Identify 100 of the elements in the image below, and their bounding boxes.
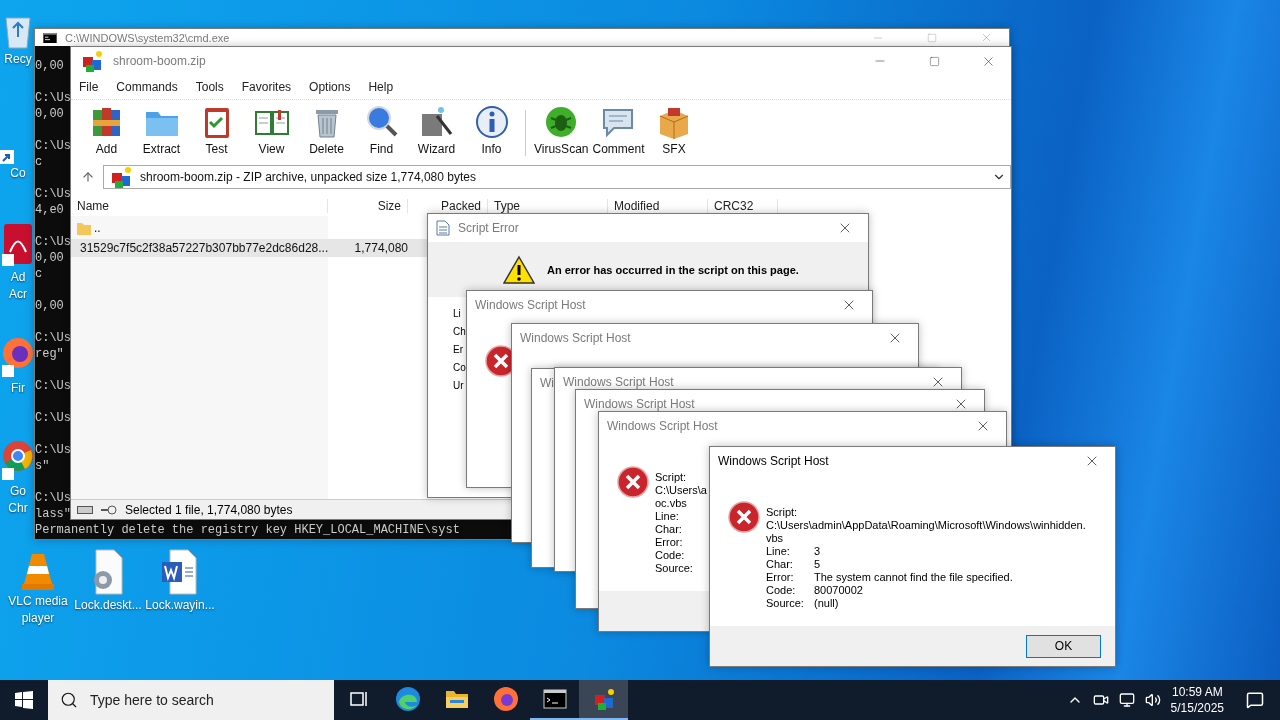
console-line: 4,e0 — [35, 202, 64, 218]
folder-icon — [444, 688, 469, 710]
console-line: 0,00 — [35, 298, 64, 314]
warning-icon — [503, 254, 535, 285]
network-icon[interactable] — [1118, 692, 1135, 708]
menu-item[interactable]: File — [79, 80, 99, 94]
console-line: s" — [35, 458, 50, 474]
search-icon — [60, 691, 78, 709]
up-arrow-icon[interactable] — [81, 170, 95, 184]
field-label: Script: — [766, 506, 799, 519]
toolbar-button[interactable]: VirusScan — [534, 104, 589, 156]
window-title: Windows Script Host — [475, 298, 586, 312]
column-header[interactable]: Size — [328, 199, 408, 213]
browser-icon — [394, 686, 421, 712]
console-line: reg" — [35, 346, 64, 362]
field-value: 5 — [814, 558, 821, 571]
toolbar-button[interactable]: Info — [466, 104, 517, 156]
console-line: c — [35, 266, 43, 282]
field-label: Line: — [766, 545, 791, 558]
console-line: C:\Us — [35, 330, 71, 346]
window-title: shroom-boom.zip — [113, 54, 206, 68]
field-label: Line: — [655, 510, 680, 523]
field-label: Script: — [655, 471, 688, 484]
search-field[interactable]: Type here to search — [48, 680, 334, 720]
toolbar-button[interactable]: Find — [356, 104, 407, 156]
window-title: Windows Script Host — [718, 454, 829, 468]
window-title: Windows Script Host — [520, 331, 631, 345]
window-title: Script Error — [458, 221, 519, 235]
console-line: C:\Us — [35, 378, 71, 394]
menu-item[interactable]: Options — [309, 80, 351, 94]
script-path: oc.vbs — [655, 497, 688, 510]
field-value: (null) — [814, 597, 839, 610]
console-line: C:\Us — [35, 442, 71, 458]
console-line: c — [35, 154, 43, 170]
console-line: 0,00 — [35, 250, 64, 266]
menu-item[interactable]: Commands — [116, 80, 178, 94]
task-view-icon — [348, 690, 369, 708]
field-label: Char: — [655, 523, 683, 536]
ok-button[interactable]: OK — [1026, 634, 1101, 658]
menu-item[interactable]: Tools — [195, 80, 224, 94]
console-line: C:\Us — [35, 138, 71, 154]
column-header[interactable]: Name — [71, 199, 328, 213]
toolbar-button[interactable]: Add — [81, 104, 132, 156]
file-row[interactable]: 31529c7f5c2f38a57227b307bb77e2dc86d28... 1,774,080 — [71, 239, 428, 257]
field-label: Error: — [766, 571, 795, 584]
terminal-icon — [43, 32, 57, 43]
field-label: Char: — [766, 558, 794, 571]
word-document-icon — [160, 548, 200, 596]
field-label: Source: — [766, 597, 805, 610]
notification-icon[interactable] — [1246, 691, 1264, 709]
address-field[interactable]: shroom-boom.zip - ZIP archive, unpacked size 1,774,080 bytes — [103, 165, 1011, 189]
toolbar-button[interactable]: Delete — [301, 104, 352, 156]
menu-item[interactable]: Favorites — [241, 80, 292, 94]
error-message: An error has occurred in the script on this page. — [547, 263, 799, 276]
toolbar-button[interactable]: Extract — [136, 104, 187, 156]
file-name: 31529c7f5c2f38a57227b307bb77e2dc86d28... — [71, 241, 328, 255]
field-label: Code: — [655, 549, 686, 562]
console-line: C:\Us — [35, 90, 71, 106]
status-text: Selected 1 file, 1,774,080 bytes — [125, 502, 293, 517]
file-row[interactable]: .. — [71, 219, 428, 237]
terminal-icon — [542, 689, 567, 709]
field-label: Code: — [766, 584, 797, 597]
file-size: 1,774,080 — [353, 241, 408, 255]
field-value: 80070002 — [814, 584, 863, 597]
toolbar-button[interactable]: View — [246, 104, 297, 156]
key-icon — [101, 504, 117, 515]
field-label: Co — [453, 361, 466, 375]
console-line: 0,00 — [35, 106, 64, 122]
field-label: Li — [453, 307, 461, 321]
console-line: C:\Us — [35, 234, 71, 250]
window-title: Windows Script Host — [563, 375, 674, 389]
camera-icon[interactable] — [1092, 692, 1109, 708]
field-label: Ur — [453, 379, 464, 393]
console-line: C:\Us — [35, 186, 71, 202]
toolbar-button[interactable]: Comment — [592, 104, 645, 156]
field-label: Error: — [655, 536, 684, 549]
window-title: C:\WINDOWS\system32\cmd.exe — [65, 31, 230, 44]
toolbar-button[interactable]: Wizard — [411, 104, 462, 156]
menu-item[interactable]: Help — [368, 80, 394, 94]
console-line: lass" — [35, 506, 71, 522]
window-title: Windows Script Host — [607, 419, 718, 433]
speaker-icon[interactable] — [1144, 692, 1161, 708]
file-name: .. — [71, 221, 328, 235]
browser-icon — [492, 686, 519, 712]
windows-logo-icon — [15, 691, 33, 709]
field-label: Ch — [453, 325, 466, 339]
field-value: 3 — [814, 545, 821, 558]
folder-icon — [77, 221, 91, 235]
toolbar-button[interactable]: SFX — [648, 104, 700, 156]
window-title: Windows Script Host — [584, 397, 695, 411]
clock[interactable]: 10:59 AM 5/15/2025 — [1170, 684, 1224, 716]
field-value: The system cannot find the file specified. — [814, 571, 1013, 584]
drive-icon — [77, 505, 93, 514]
info-icon — [473, 104, 510, 140]
script-path: C:\Users\a — [655, 484, 708, 497]
toolbar-button[interactable]: Test — [191, 104, 242, 156]
console-line: 0,00 — [35, 58, 64, 74]
script-path: C:\Users\admin\AppData\Roaming\Microsoft\Windows\winhidden.vbs — [766, 519, 1086, 545]
field-label: Source: — [655, 562, 694, 575]
console-line: C:\Us — [35, 490, 71, 506]
